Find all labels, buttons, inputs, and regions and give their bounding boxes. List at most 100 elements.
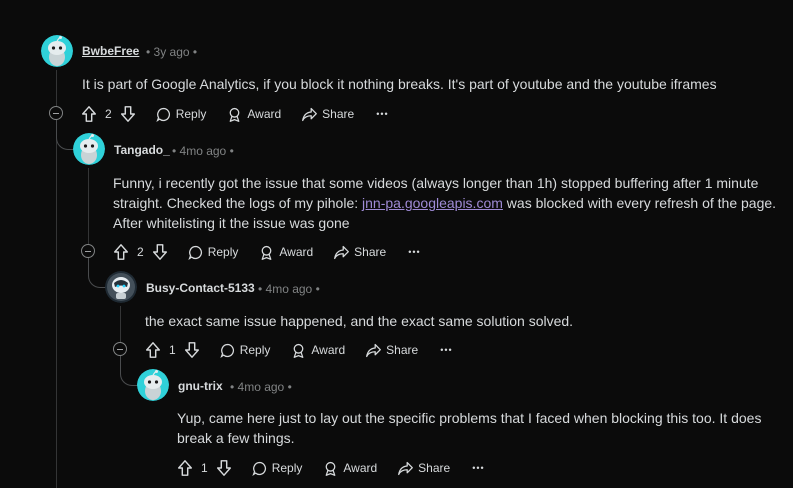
award-label: Award	[279, 245, 314, 259]
upvote-icon[interactable]	[80, 105, 98, 123]
award-label: Award	[311, 343, 346, 357]
comment-author[interactable]: BwbeFree	[82, 44, 139, 58]
thread-connector-2	[88, 258, 107, 288]
comment-body-line: break a few things.	[177, 430, 295, 446]
reply-label: Reply	[239, 343, 271, 357]
more-icon: •••	[376, 109, 389, 119]
avatar[interactable]	[137, 369, 169, 401]
more-options-button[interactable]: •••	[472, 463, 484, 473]
award-icon	[258, 244, 275, 261]
vote-count: 1	[201, 461, 208, 475]
collapse-button[interactable]	[81, 244, 95, 258]
award-button[interactable]: Award	[322, 460, 377, 477]
snoo-avatar-icon	[73, 133, 105, 165]
award-button[interactable]: Award	[226, 106, 281, 123]
award-button[interactable]: Award	[258, 244, 313, 261]
comment-author[interactable]: Tangado_	[114, 143, 170, 157]
vote-group: 1	[176, 459, 233, 477]
award-icon	[322, 460, 339, 477]
share-button[interactable]: Share	[301, 106, 354, 123]
comment-actions: 1 Reply Award Share •••	[176, 456, 485, 480]
collapse-button[interactable]	[49, 106, 63, 120]
award-icon	[226, 106, 243, 123]
reply-label: Reply	[207, 245, 239, 259]
vote-group: 1	[144, 341, 201, 359]
reply-label: Reply	[175, 107, 207, 121]
comment-body-line: Yup, came here just to lay out the speci…	[177, 410, 762, 426]
award-label: Award	[343, 461, 378, 475]
comment-timestamp: • 4mo ago •	[258, 282, 320, 296]
comment-body-line: Funny, i recently got the issue that som…	[113, 175, 759, 191]
reply-button[interactable]: Reply	[155, 106, 207, 123]
comment-body: the exact same issue happened, and the e…	[145, 313, 574, 329]
more-options-button[interactable]: •••	[376, 109, 388, 119]
upvote-icon[interactable]	[176, 459, 194, 477]
reply-button[interactable]: Reply	[219, 342, 271, 359]
reply-icon	[251, 460, 268, 477]
snoo-avatar-icon	[105, 271, 137, 303]
comment-body-line: After whitelisting it the issue was gone	[113, 215, 350, 231]
more-icon: •••	[440, 345, 453, 355]
reply-icon	[187, 244, 204, 261]
link-jnn-pa[interactable]: jnn-pa.googleapis.com	[362, 195, 503, 211]
reply-button[interactable]: Reply	[187, 244, 239, 261]
share-label: Share	[322, 107, 355, 121]
share-label: Share	[354, 245, 387, 259]
downvote-icon[interactable]	[151, 243, 169, 261]
thread-connector-1	[56, 120, 75, 150]
upvote-icon[interactable]	[144, 341, 162, 359]
comment-body: Yup, came here just to lay out the speci…	[177, 408, 787, 448]
share-button[interactable]: Share	[397, 460, 450, 477]
reply-button[interactable]: Reply	[251, 460, 303, 477]
share-label: Share	[418, 461, 451, 475]
share-icon	[333, 244, 350, 261]
comment-body-text: straight. Checked the logs of my pihole:	[113, 195, 363, 211]
avatar[interactable]	[73, 133, 105, 165]
more-options-button[interactable]: •••	[440, 345, 452, 355]
more-icon: •••	[472, 463, 485, 473]
award-button[interactable]: Award	[290, 342, 345, 359]
reply-label: Reply	[271, 461, 303, 475]
comment-timestamp: • 4mo ago •	[172, 144, 234, 158]
share-label: Share	[386, 343, 419, 357]
award-icon	[290, 342, 307, 359]
comment-body: Funny, i recently got the issue that som…	[113, 173, 783, 233]
upvote-icon[interactable]	[112, 243, 130, 261]
reply-icon	[219, 342, 236, 359]
comment-body-line: straight. Checked the logs of my pihole:…	[113, 193, 783, 213]
share-icon	[397, 460, 414, 477]
comment-timestamp: • 3y ago •	[146, 45, 198, 59]
vote-count: 1	[169, 343, 176, 357]
comment-actions: 2 Reply Award Share •••	[80, 102, 389, 126]
more-icon: •••	[408, 247, 421, 257]
comment-author[interactable]: Busy-Contact-5133	[146, 281, 255, 295]
comment-author[interactable]: gnu-trix	[178, 379, 223, 393]
vote-count: 2	[105, 107, 112, 121]
snoo-avatar-icon	[137, 369, 169, 401]
snoo-avatar-icon	[41, 35, 73, 67]
avatar[interactable]	[41, 35, 73, 67]
reply-icon	[155, 106, 172, 123]
comment-body: It is part of Google Analytics, if you b…	[82, 76, 717, 92]
vote-group: 2	[112, 243, 169, 261]
share-button[interactable]: Share	[365, 342, 418, 359]
minus-icon	[53, 112, 59, 114]
share-icon	[301, 106, 318, 123]
vote-group: 2	[80, 105, 137, 123]
comment-timestamp: • 4mo ago •	[230, 380, 292, 394]
downvote-icon[interactable]	[119, 105, 137, 123]
avatar[interactable]	[105, 271, 137, 303]
comment-body-text: was blocked with every refresh of the pa…	[502, 195, 777, 211]
downvote-icon[interactable]	[215, 459, 233, 477]
share-icon	[365, 342, 382, 359]
share-button[interactable]: Share	[333, 244, 386, 261]
more-options-button[interactable]: •••	[408, 247, 420, 257]
thread-line-level2	[120, 306, 121, 346]
minus-icon	[117, 348, 123, 350]
downvote-icon[interactable]	[183, 341, 201, 359]
vote-count: 2	[137, 245, 144, 259]
comment-actions: 1 Reply Award Share •••	[144, 338, 453, 362]
minus-icon	[85, 250, 91, 252]
thread-connector-3	[120, 356, 139, 386]
collapse-button[interactable]	[113, 342, 127, 356]
